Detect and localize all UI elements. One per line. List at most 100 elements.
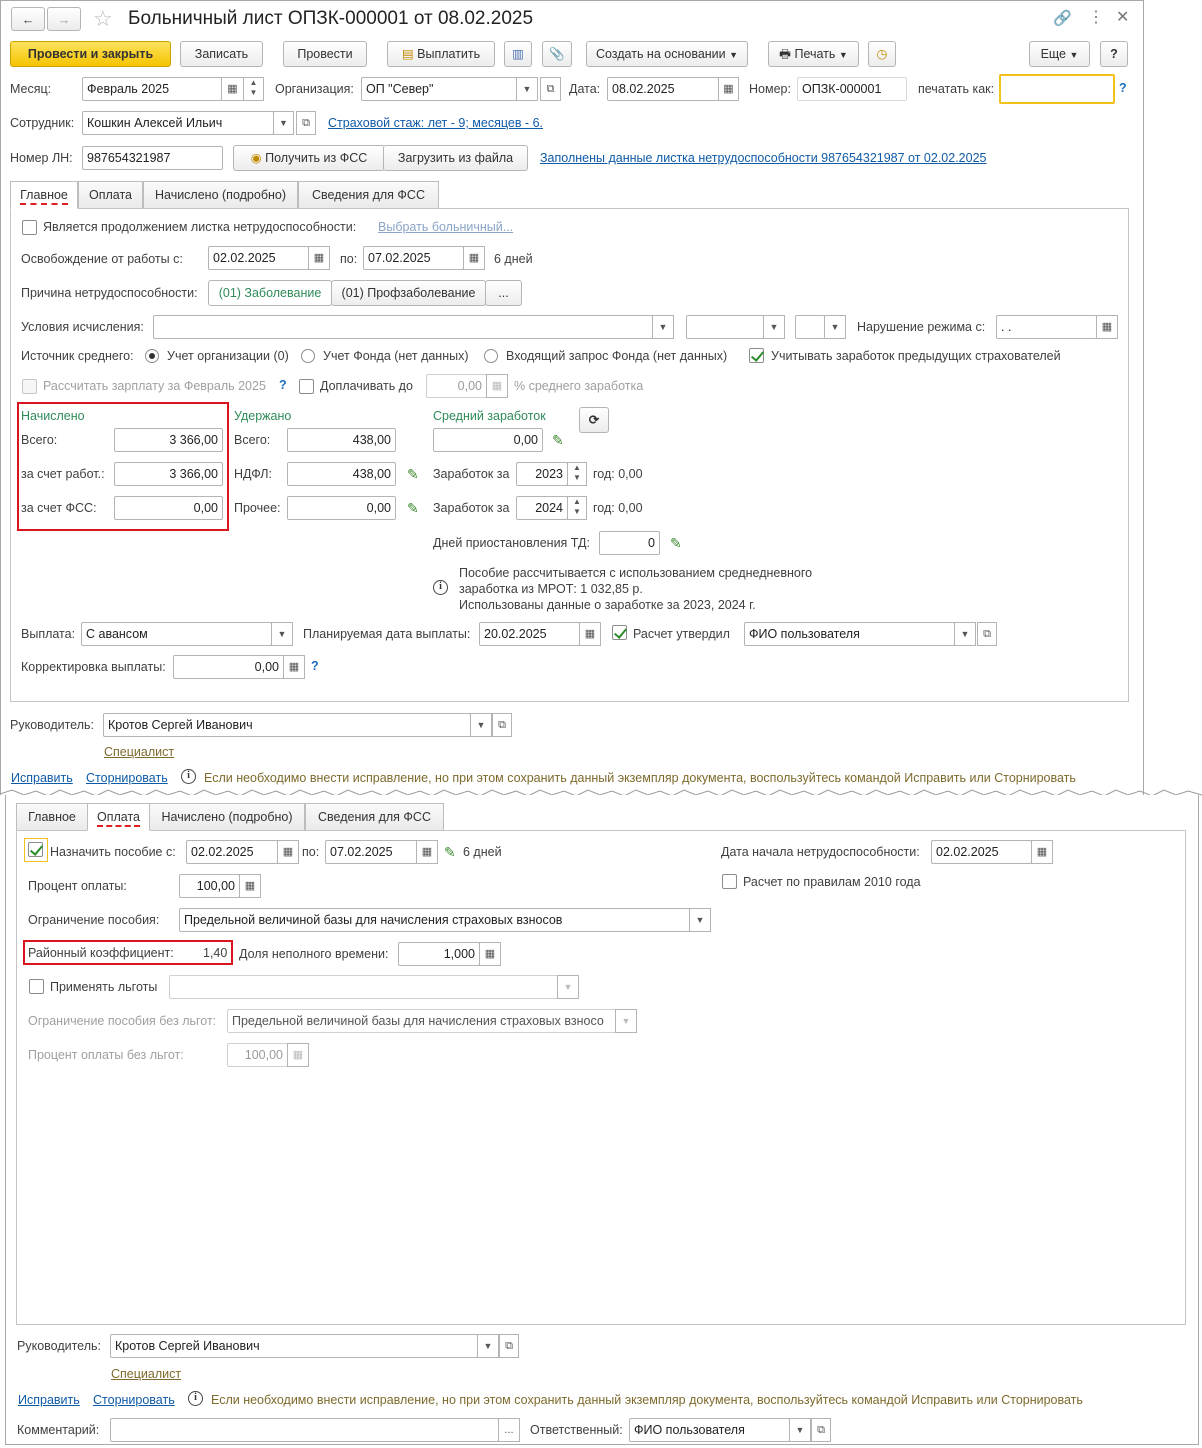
comment-more-button[interactable]: ... xyxy=(498,1418,520,1442)
pay-extra-calc-button[interactable]: ▦ xyxy=(486,374,508,398)
month-field[interactable]: Февраль 2025 xyxy=(82,77,222,101)
storno-link-2[interactable]: Сторнировать xyxy=(93,1392,175,1408)
approver-dropdown[interactable]: ▼ xyxy=(954,622,976,646)
violation-field[interactable]: . . xyxy=(996,315,1097,339)
tab-payment[interactable]: Оплата xyxy=(78,181,143,209)
employee-field[interactable]: Кошкин Алексей Ильич xyxy=(82,111,274,135)
rules2010-checkbox[interactable] xyxy=(722,874,737,889)
conditions-dropdown-2[interactable]: ▼ xyxy=(763,315,785,339)
tab-fss-info-2[interactable]: Сведения для ФСС xyxy=(305,803,444,831)
pct-calc[interactable]: ▦ xyxy=(239,874,261,898)
assign-edit-pencil-icon[interactable]: ✎ xyxy=(444,844,456,860)
release-to-field[interactable]: 07.02.2025 xyxy=(363,246,464,270)
ndfl-edit-pencil-icon[interactable]: ✎ xyxy=(407,466,419,482)
more-vertical-icon[interactable]: ⋮ xyxy=(1088,7,1104,27)
tab-accrued-details-2[interactable]: Начислено (подробно) xyxy=(149,803,305,831)
manager-open[interactable]: ⧉ xyxy=(492,713,512,737)
employee-open-button[interactable]: ⧉ xyxy=(296,111,316,135)
manager-open-2[interactable]: ⧉ xyxy=(499,1334,519,1358)
tab-accrued-details[interactable]: Начислено (подробно) xyxy=(143,181,298,209)
number-field[interactable]: ОПЗК-000001 xyxy=(797,77,907,101)
responsible-field[interactable]: ФИО пользователя xyxy=(629,1418,790,1442)
payout-dropdown[interactable]: ▼ xyxy=(271,622,293,646)
benefits-checkbox[interactable] xyxy=(29,979,44,994)
refresh-button[interactable]: ⟳ xyxy=(579,407,609,433)
cause-disease-button[interactable]: (01) Заболевание xyxy=(208,280,332,306)
violation-calendar[interactable]: ▦ xyxy=(1096,315,1118,339)
pct-nb-field[interactable]: 100,00 xyxy=(227,1043,288,1067)
assign-to-field[interactable]: 07.02.2025 xyxy=(325,840,417,864)
withheld-total-field[interactable]: 438,00 xyxy=(287,428,396,452)
manager-dropdown-2[interactable]: ▼ xyxy=(477,1334,499,1358)
attach-button[interactable]: 📎 xyxy=(542,41,572,67)
avg-field[interactable]: 0,00 xyxy=(433,428,543,452)
fix-link-2[interactable]: Исправить xyxy=(18,1392,80,1408)
start-date-field[interactable]: 02.02.2025 xyxy=(931,840,1032,864)
benefits-dropdown[interactable]: ▼ xyxy=(557,975,579,999)
date-calendar-button[interactable]: ▦ xyxy=(718,77,739,101)
accrued-employer-field[interactable]: 3 366,00 xyxy=(114,462,223,486)
history-button[interactable]: ◷ xyxy=(868,41,896,67)
limit-dropdown[interactable]: ▼ xyxy=(689,908,711,932)
other-edit-pencil-icon[interactable]: ✎ xyxy=(407,500,419,516)
choose-sick-link[interactable]: Выбрать больничный... xyxy=(378,219,513,235)
limit-nb-dropdown[interactable]: ▼ xyxy=(615,1009,637,1033)
suspend-edit-pencil-icon[interactable]: ✎ xyxy=(670,535,682,551)
suspend-field[interactable]: 0 xyxy=(599,531,660,555)
org-open-button[interactable]: ⧉ xyxy=(540,77,561,101)
assign-from-calendar[interactable]: ▦ xyxy=(277,840,299,864)
other-field[interactable]: 0,00 xyxy=(287,496,396,520)
pct-field[interactable]: 100,00 xyxy=(179,874,240,898)
pct-nb-calc[interactable]: ▦ xyxy=(287,1043,309,1067)
calendar-button[interactable]: ▦ xyxy=(221,77,244,101)
plan-date-calendar[interactable]: ▦ xyxy=(579,622,601,646)
pay-extra-checkbox[interactable] xyxy=(299,379,314,394)
calc-salary-checkbox[interactable] xyxy=(22,379,37,394)
year1-spinner[interactable]: ▲ ▼ xyxy=(567,462,587,486)
manager-field[interactable]: Кротов Сергей Иванович xyxy=(103,713,471,737)
correction-calc[interactable]: ▦ xyxy=(283,655,305,679)
conditions-field[interactable] xyxy=(153,315,653,339)
specialist-link[interactable]: Специалист xyxy=(104,744,174,760)
start-date-calendar[interactable]: ▦ xyxy=(1031,840,1053,864)
post-and-close-button[interactable]: Провести и закрыть xyxy=(10,41,171,67)
source-fund-radio[interactable] xyxy=(301,349,315,363)
get-from-fss-button[interactable]: ◉ Получить из ФСС xyxy=(233,145,385,171)
cause-more-button[interactable]: ... xyxy=(485,280,522,306)
limit-field[interactable]: Предельной величиной базы для начисления… xyxy=(179,908,690,932)
storno-link[interactable]: Сторнировать xyxy=(86,770,168,786)
tab-main[interactable]: Главное xyxy=(10,181,78,209)
cause-prof-disease-button[interactable]: (01) Профзаболевание xyxy=(331,280,486,306)
accrued-fss-field[interactable]: 0,00 xyxy=(114,496,223,520)
month-spinner[interactable]: ▲ ▼ xyxy=(243,77,264,101)
prev-insurers-checkbox[interactable] xyxy=(749,348,764,363)
approver-open[interactable]: ⧉ xyxy=(977,622,997,646)
pay-extra-field[interactable]: 0,00 xyxy=(426,374,487,398)
part-field[interactable]: 1,000 xyxy=(398,942,480,966)
tab-payment-2[interactable]: Оплата xyxy=(87,803,150,831)
release-to-calendar[interactable]: ▦ xyxy=(463,246,485,270)
close-icon[interactable]: ✕ xyxy=(1116,7,1129,27)
release-from-calendar[interactable]: ▦ xyxy=(308,246,330,270)
payout-field[interactable]: С авансом xyxy=(81,622,272,646)
save-button[interactable]: Записать xyxy=(180,41,263,67)
forward-button[interactable]: → xyxy=(47,7,81,31)
create-based-button[interactable]: Создать на основании ▼ xyxy=(586,41,748,67)
conditions-field-2[interactable] xyxy=(686,315,764,339)
tab-fss-info[interactable]: Сведения для ФСС xyxy=(298,181,439,209)
pay-button[interactable]: ▤ Выплатить xyxy=(387,41,495,67)
responsible-dropdown[interactable]: ▼ xyxy=(789,1418,811,1442)
coef-value[interactable]: 1,40 xyxy=(203,945,227,961)
manager-field-2[interactable]: Кротов Сергей Иванович xyxy=(110,1334,478,1358)
back-button[interactable]: ← xyxy=(11,7,45,31)
print-as-help-icon[interactable]: ? xyxy=(1119,81,1127,95)
release-from-field[interactable]: 02.02.2025 xyxy=(208,246,309,270)
approved-checkbox[interactable] xyxy=(612,625,627,640)
post-button[interactable]: Провести xyxy=(283,41,367,67)
assign-from-field[interactable]: 02.02.2025 xyxy=(186,840,278,864)
insurance-experience-link[interactable]: Страховой стаж: лет - 9; месяцев - 6. xyxy=(328,115,543,131)
assign-to-calendar[interactable]: ▦ xyxy=(416,840,438,864)
fix-link[interactable]: Исправить xyxy=(11,770,73,786)
ndfl-field[interactable]: 438,00 xyxy=(287,462,396,486)
benefits-field[interactable] xyxy=(169,975,558,999)
